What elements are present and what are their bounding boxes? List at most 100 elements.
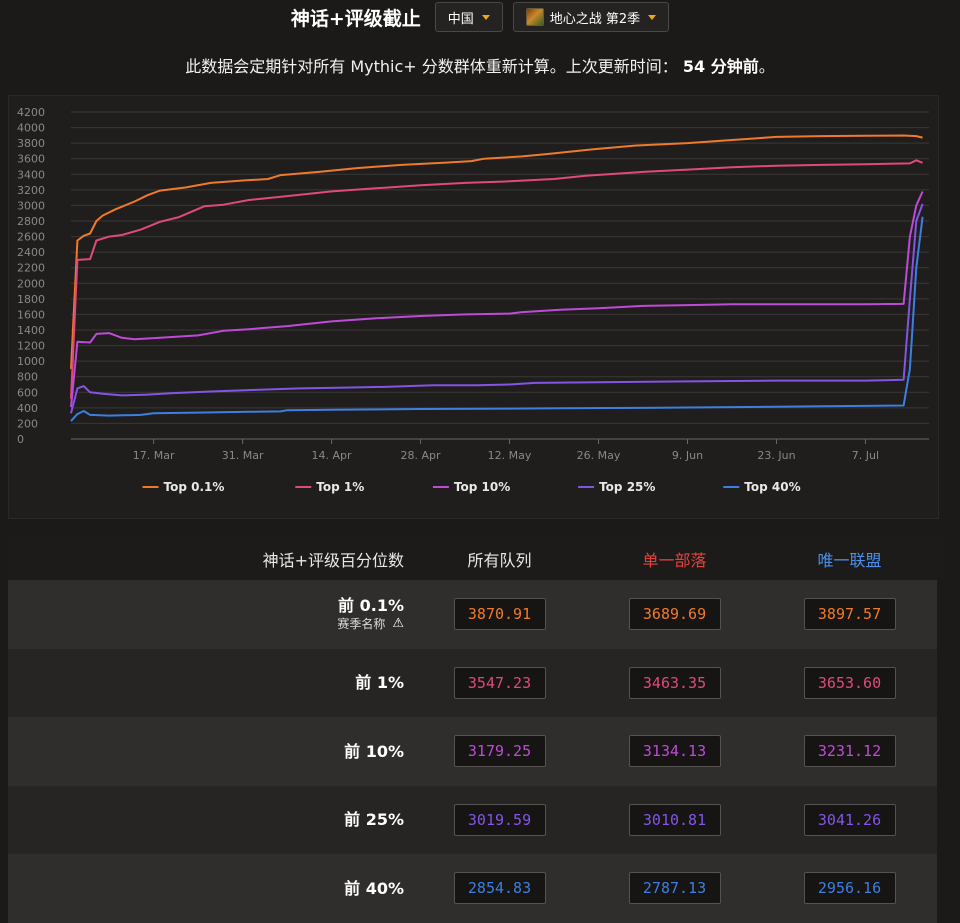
region-dropdown-label: 中国 [447,11,474,27]
score-horde: 3134.13 [628,735,721,768]
season-dropdown-label: 地心之战 第2季 [549,11,641,27]
y-tick-label: 2000 [17,277,45,290]
page-title: 神话+评级截止 [290,7,421,30]
y-tick-label: 3600 [17,153,45,166]
y-tick-label: 3200 [17,184,45,197]
score-all: 2854.83 [453,872,546,905]
row-note: 赛季名称 ⚠ [8,615,404,632]
score-horde: 3463.35 [628,666,721,699]
score-all-cell: 3179.25 [412,735,587,768]
y-tick-label: 1200 [17,340,45,353]
score-alliance-cell: 2956.16 [762,872,937,905]
y-tick-label: 600 [17,386,38,399]
table-row: 前 40% 2854.83 2787.13 2956.16 [8,854,937,923]
table-row: 前 25% 3019.59 3010.81 3041.26 [8,785,937,854]
score-all: 3870.91 [453,598,546,631]
y-tick-label: 1800 [17,293,45,306]
table-body: 前 0.1% 赛季名称 ⚠ 3870.91 3689.69 3897.57 前 1% 3547… [8,580,937,923]
y-tick-label: 4200 [17,106,45,119]
score-alliance-cell: 3653.60 [762,666,937,699]
season-icon [525,8,544,26]
header-all: 所有队列 [467,550,532,570]
warning-icon[interactable]: ⚠ [392,616,404,631]
score-alliance-cell: 3231.12 [762,735,937,768]
score-alliance: 3653.60 [803,666,896,699]
x-tick-label: 26. May [577,449,621,462]
score-horde-cell: 3463.35 [587,666,762,699]
header-horde: 单一部落 [642,550,707,570]
y-tick-label: 800 [17,371,38,384]
score-all: 3019.59 [453,803,546,836]
y-tick-label: 3000 [17,199,45,212]
legend-label: Top 1% [316,480,364,494]
legend-label: Top 0.1% [164,480,225,494]
score-alliance: 3041.26 [803,803,896,836]
y-tick-label: 1400 [17,324,45,337]
row-label-cell: 前 25% [8,810,412,829]
score-all: 3547.23 [453,666,546,699]
update-note: 此数据会定期针对所有 Mythic+ 分数群体重新计算。上次更新时间： 54 分… [0,53,960,77]
x-tick-label: 14. Apr [312,449,352,462]
score-all-cell: 2854.83 [412,872,587,905]
chart-svg: 0 200 400 600 800 1000 1200 1400 1600 1800 2000 220… [17,106,929,494]
update-note-text: 此数据会定期针对所有 Mythic+ 分数群体重新计算。上次更新时间： [185,57,678,76]
chevron-down-icon [648,14,657,20]
score-horde-cell: 3134.13 [587,735,762,768]
cutoff-table: 神话+评级百分位数 所有队列 单一部落 唯一联盟 前 0.1% 赛季名称 ⚠ 3870… [8,537,937,923]
row-percentile-label: 前 10% [344,741,404,761]
x-tick-label: 23. Jun [757,449,795,462]
update-note-time: 54 分钟前 [682,57,759,76]
x-tick-label: 9. Jun [672,449,703,462]
cutoff-chart: 0 200 400 600 800 1000 1200 1400 1600 1800 2000 220… [8,95,939,519]
x-tick-label: 31. Mar [222,449,264,462]
series-line [70,203,924,414]
y-tick-label: 3800 [17,137,45,150]
score-all: 3179.25 [453,735,546,768]
score-all-cell: 3019.59 [412,803,587,836]
score-alliance-cell: 3041.26 [762,803,937,836]
update-note-suffix: 。 [758,57,775,76]
y-tick-label: 1000 [17,355,45,368]
score-all-cell: 3870.91 [412,598,587,631]
table-row: 前 1% 3547.23 3463.35 3653.60 [8,648,937,717]
region-dropdown[interactable]: 中国 [434,2,503,32]
x-tick-label: 28. Apr [401,449,441,462]
table-header: 神话+评级百分位数 所有队列 单一部落 唯一联盟 [8,537,937,580]
legend-label: Top 25% [599,480,655,494]
y-tick-label: 2800 [17,215,45,228]
score-horde: 3689.69 [628,598,721,631]
table-row: 前 10% 3179.25 3134.13 3231.12 [8,717,937,786]
row-label-cell: 前 40% [8,879,412,898]
legend-label: Top 10% [454,480,510,494]
y-tick-label: 2400 [17,246,45,259]
season-dropdown[interactable]: 地心之战 第2季 [512,2,670,32]
y-tick-label: 3400 [17,168,45,181]
row-percentile-label: 前 0.1% [338,596,404,616]
score-horde-cell: 3689.69 [587,598,762,631]
score-alliance: 3897.57 [803,598,896,631]
chevron-down-icon [481,14,490,20]
row-note-text: 赛季名称 [337,617,386,632]
x-tick-label: 17. Mar [133,449,175,462]
y-tick-label: 2600 [17,231,45,244]
top-bar: 神话+评级截止 中国 地心之战 第2季 [0,0,960,34]
header-percentile: 神话+评级百分位数 [262,550,404,570]
score-alliance: 2956.16 [803,872,896,905]
table-row: 前 0.1% 赛季名称 ⚠ 3870.91 3689.69 3897.57 [8,580,937,649]
score-horde: 2787.13 [628,872,721,905]
score-horde-cell: 3010.81 [587,803,762,836]
row-percentile-label: 前 1% [355,673,404,693]
y-tick-label: 0 [17,433,24,446]
x-tick-label: 7. Jul [852,449,879,462]
row-percentile-label: 前 40% [344,878,404,898]
score-horde: 3010.81 [628,803,721,836]
series-line [70,216,924,422]
row-label-cell: 前 10% [8,742,412,761]
y-tick-label: 400 [17,402,38,415]
y-tick-label: 4000 [17,122,45,135]
header-alliance: 唯一联盟 [817,550,882,570]
y-tick-label: 200 [17,417,38,430]
score-alliance: 3231.12 [803,735,896,768]
series-line [70,159,923,399]
row-label-cell: 前 1% [8,673,412,692]
